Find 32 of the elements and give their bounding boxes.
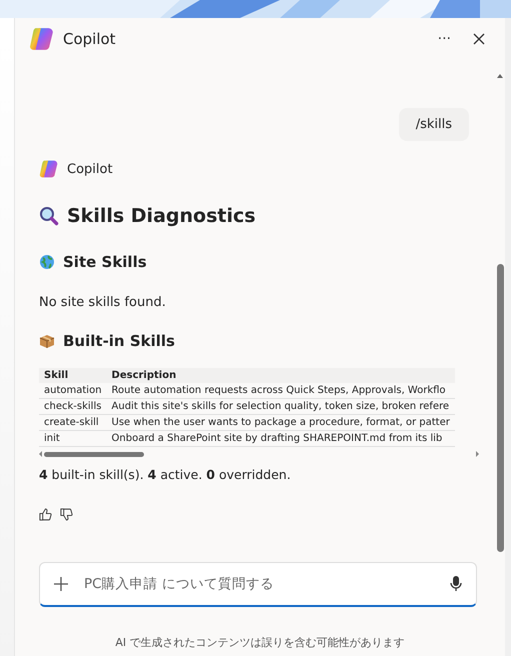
plus-icon[interactable] [54,577,68,591]
copilot-logo-icon [29,26,55,52]
close-icon[interactable] [473,33,485,45]
table-cell: automation [39,383,107,398]
sender-name: Copilot [67,162,113,176]
column-header: Skill [39,368,107,383]
more-button[interactable]: ··· [430,27,459,51]
chat-input-box[interactable]: PC購入申請 について質問する [39,562,477,607]
table-cell: Onboard a SharePoint site by drafting SHAREPOINT.md from its lib [106,430,455,446]
column-header: Description [106,368,455,383]
disclaimer-text: AI で生成されたコンテンツは誤りを含む可能性があります [114,635,406,650]
summary-text: 4 built-in skill(s). 4 active. 0 overridden. [39,467,292,482]
table-cell: init [39,430,107,446]
magnifier-icon [39,206,59,226]
section-text: No site skills found. [39,295,167,310]
copilot-logo-icon [39,159,59,179]
table-cell: Route automation requests across Quick Steps, Approvals, Workflo [106,383,455,398]
panel-title: Copilot [63,30,117,48]
package-icon [39,333,55,349]
table-cell: create-skill [39,414,107,430]
table-cell: check-skills [39,398,107,414]
table-cell: Use when the user wants to package a procedure, format, or patter [106,414,455,430]
section-heading: Built-in Skills [63,332,175,350]
microphone-icon[interactable] [450,576,462,592]
user-message: /skills [398,108,469,141]
section-heading: Site Skills [63,253,147,271]
table-cell: Audit this site's skills for selection quality, token size, broken refere [106,398,455,414]
thumbs-down-icon[interactable] [60,508,73,521]
thumbs-up-icon[interactable] [39,508,52,521]
chat-input[interactable]: PC購入申請 について質問する [82,575,436,593]
response-title: Skills Diagnostics [67,205,256,227]
globe-icon [39,254,55,270]
